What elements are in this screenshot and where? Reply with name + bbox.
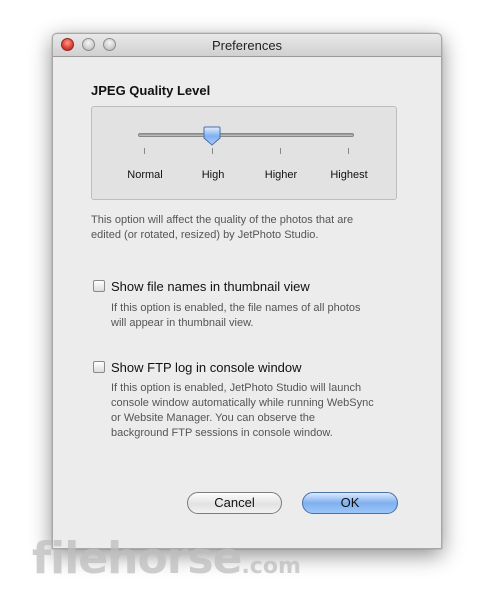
slider-label-highest: Highest	[330, 169, 368, 181]
show-file-names-option[interactable]: Show file names in thumbnail view	[93, 277, 310, 295]
slider-label-higher: Higher	[264, 169, 298, 181]
watermark-name: filehorse	[32, 533, 242, 584]
show-ftp-log-description: If this option is enabled, JetPhoto Stud…	[111, 381, 374, 441]
show-file-names-description: If this option is enabled, the file name…	[111, 301, 361, 331]
show-ftp-log-option[interactable]: Show FTP log in console window	[93, 358, 302, 376]
description-line: This option will affect the quality of t…	[91, 214, 354, 226]
slider-tick-higher	[280, 148, 281, 154]
slider-label-high: High	[201, 169, 225, 181]
watermark-suffix: .com	[241, 554, 301, 579]
jpeg-quality-slider-knob[interactable]	[203, 126, 221, 146]
jpeg-quality-slider-group: Normal High Higher Highest	[91, 106, 397, 200]
description-line: console window automatically while runni…	[111, 397, 374, 409]
cancel-button[interactable]: Cancel	[187, 492, 282, 514]
jpeg-quality-description: This option will affect the quality of t…	[91, 213, 353, 243]
description-line: will appear in thumbnail view.	[111, 317, 254, 329]
slider-tick-normal	[144, 148, 145, 154]
slider-label-normal: Normal	[127, 169, 163, 181]
slider-tick-highest	[348, 148, 349, 154]
description-line: edited (or rotated, resized) by JetPhoto…	[91, 229, 319, 241]
slider-tick-high	[212, 148, 213, 154]
show-ftp-log-checkbox[interactable]	[93, 361, 105, 373]
show-file-names-checkbox[interactable]	[93, 280, 105, 292]
preferences-window: Preferences JPEG Quality Level Normal Hi…	[52, 33, 442, 549]
show-ftp-log-label[interactable]: Show FTP log in console window	[111, 360, 302, 375]
jpeg-quality-slider-track[interactable]	[138, 133, 354, 137]
description-line: or Website Manager. You can observe the	[111, 412, 316, 424]
description-line: background FTP sessions in console windo…	[111, 427, 333, 439]
show-file-names-label[interactable]: Show file names in thumbnail view	[111, 279, 310, 294]
window-title: Preferences	[211, 38, 283, 53]
title-bar[interactable]: Preferences	[53, 34, 441, 57]
description-line: If this option is enabled, JetPhoto Stud…	[111, 382, 362, 394]
ok-button[interactable]: OK	[302, 492, 398, 514]
jpeg-quality-heading: JPEG Quality Level	[91, 83, 211, 98]
filehorse-watermark-logo: filehorse.com	[32, 533, 301, 584]
description-line: If this option is enabled, the file name…	[111, 302, 361, 314]
